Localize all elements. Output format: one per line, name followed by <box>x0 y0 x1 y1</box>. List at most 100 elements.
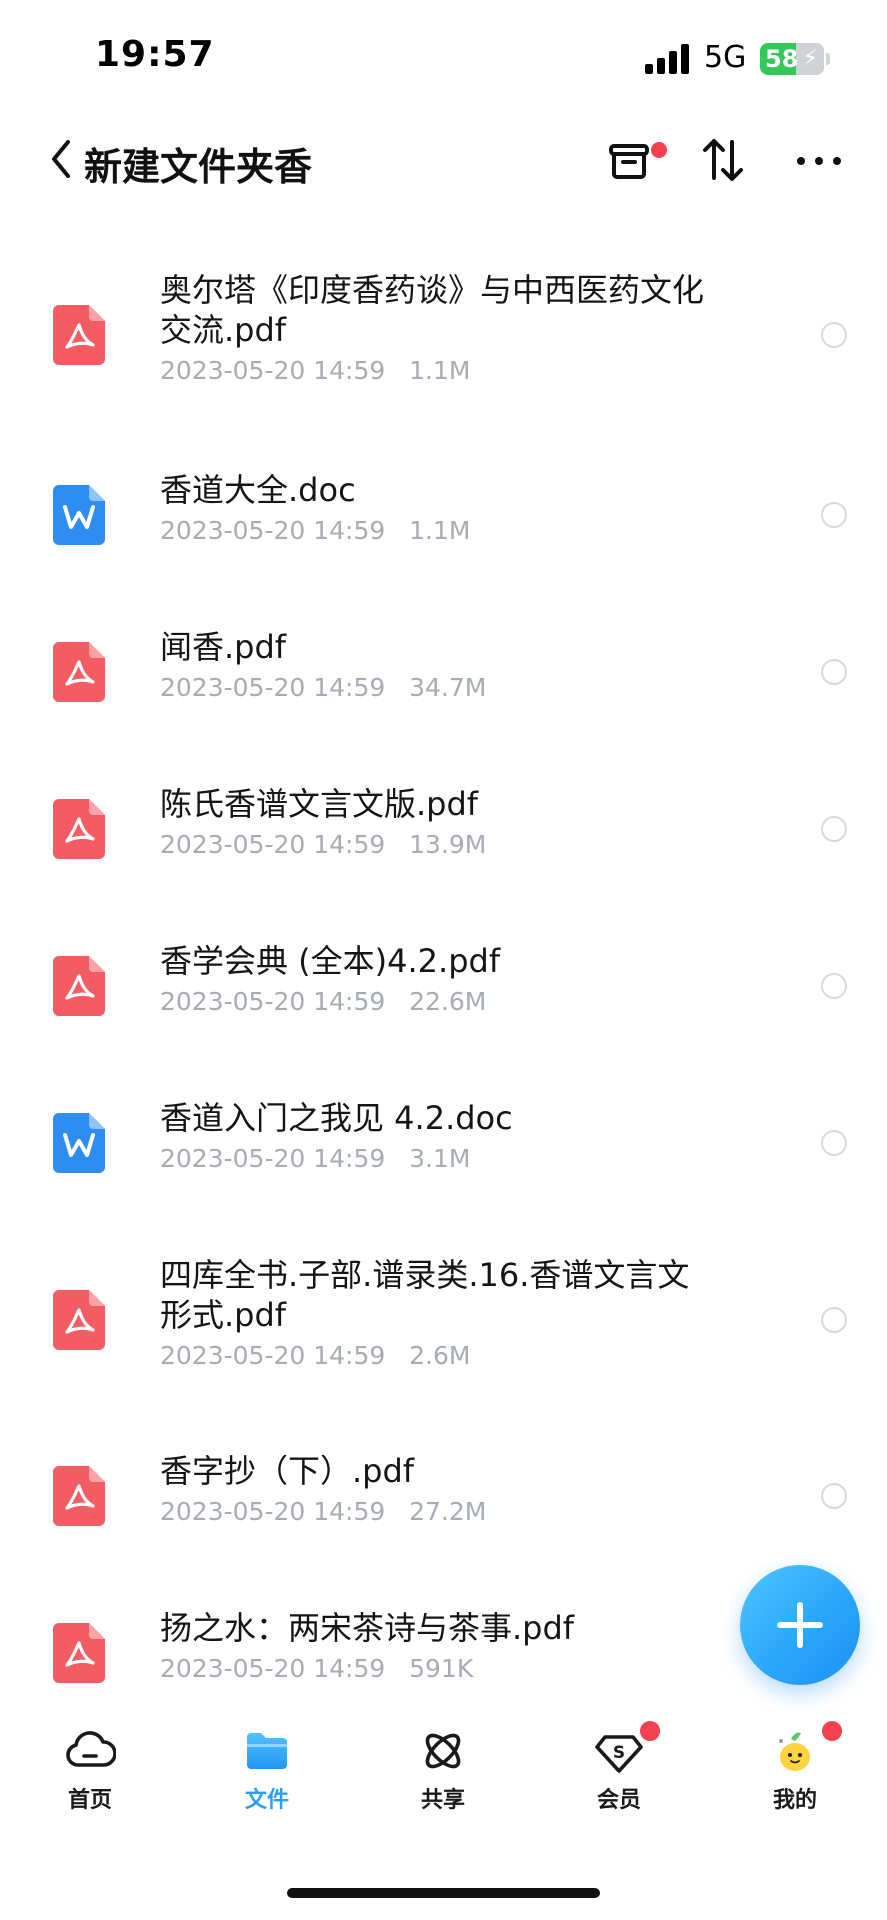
pdf-icon <box>53 1466 105 1526</box>
file-meta: 2023-05-20 14:59 27.2M <box>160 1497 486 1526</box>
file-meta: 2023-05-20 14:59 34.7M <box>160 673 486 702</box>
home-indicator <box>287 1888 600 1898</box>
tab-home[interactable]: 首页 <box>25 1715 155 1835</box>
notification-dot <box>640 1721 660 1741</box>
pdf-icon <box>53 956 105 1016</box>
pdf-icon <box>53 642 105 702</box>
charging-bolt-icon: ⚡ <box>802 46 818 71</box>
file-size: 591K <box>409 1654 474 1683</box>
nav-header: 新建文件夹香 <box>0 110 887 210</box>
notification-dot <box>651 142 667 158</box>
tab-share[interactable]: 共享 <box>378 1715 508 1835</box>
cloud-icon <box>66 1731 116 1767</box>
cellular-signal-icon <box>645 44 689 74</box>
sort-arrows-icon <box>703 139 743 181</box>
file-item[interactable]: 闻香.pdf 2023-05-20 14:59 34.7M <box>0 627 887 737</box>
tab-vip[interactable]: S 会员 <box>554 1715 684 1835</box>
file-size: 1.1M <box>409 356 471 385</box>
back-chevron-icon[interactable] <box>46 134 76 184</box>
sort-button[interactable] <box>694 130 754 190</box>
plus-icon <box>777 1602 823 1648</box>
select-radio[interactable] <box>821 1307 847 1333</box>
archive-box-icon <box>609 144 649 179</box>
avatar-mascot-icon <box>779 1732 810 1771</box>
file-name: 香学会典 (全本)4.2.pdf <box>160 942 501 980</box>
more-button[interactable] <box>789 130 849 190</box>
select-radio[interactable] <box>821 1483 847 1509</box>
select-radio[interactable] <box>821 1130 847 1156</box>
svg-text:S: S <box>613 1743 625 1763</box>
file-meta: 2023-05-20 14:59 1.1M <box>160 516 470 545</box>
word-icon <box>53 1113 105 1173</box>
word-icon <box>53 485 105 545</box>
file-date: 2023-05-20 14:59 <box>160 356 386 385</box>
status-time: 19:57 <box>95 34 215 75</box>
select-radio[interactable] <box>821 816 847 842</box>
tab-label: 共享 <box>420 1788 465 1813</box>
file-item[interactable]: 香道大全.doc 2023-05-20 14:59 1.1M <box>0 470 887 580</box>
tab-label: 文件 <box>244 1788 289 1813</box>
archive-button[interactable] <box>600 130 667 190</box>
file-name: 香道大全.doc <box>160 471 356 509</box>
file-date: 2023-05-20 14:59 <box>160 516 386 545</box>
battery-level: 58 <box>765 45 799 73</box>
file-meta: 2023-05-20 14:59 22.6M <box>160 987 486 1016</box>
file-date: 2023-05-20 14:59 <box>160 1654 386 1683</box>
pdf-icon <box>53 1290 105 1350</box>
share-atom-icon <box>425 1733 461 1769</box>
file-meta: 2023-05-20 14:59 13.9M <box>160 830 486 859</box>
file-name: 香道入门之我见 4.2.doc <box>160 1099 513 1137</box>
tab-files[interactable]: 文件 <box>202 1715 332 1835</box>
file-size: 22.6M <box>409 987 487 1016</box>
file-size: 27.2M <box>409 1497 487 1526</box>
file-name: 闻香.pdf <box>160 628 287 666</box>
file-name: 扬之水：两宋茶诗与茶事.pdf <box>160 1609 575 1647</box>
select-radio[interactable] <box>821 659 847 685</box>
notification-dot <box>822 1721 842 1741</box>
tab-bar: 首页 文件 共享 S 会员 我的 <box>0 1715 887 1835</box>
file-size: 13.9M <box>409 830 487 859</box>
file-date: 2023-05-20 14:59 <box>160 987 386 1016</box>
file-name: 陈氏香谱文言文版.pdf <box>160 785 479 823</box>
pdf-icon <box>53 799 105 859</box>
more-dots-icon <box>797 157 841 165</box>
file-item[interactable]: 奥尔塔《印度香药谈》与中西医药文化交流.pdf 2023-05-20 14:59… <box>0 270 887 420</box>
file-meta: 2023-05-20 14:59 1.1M <box>160 356 470 385</box>
file-size: 1.1M <box>409 516 471 545</box>
file-name: 奥尔塔《印度香药谈》与中西医药文化交流.pdf <box>160 271 705 349</box>
file-item[interactable]: 香学会典 (全本)4.2.pdf 2023-05-20 14:59 22.6M <box>0 941 887 1051</box>
file-size: 34.7M <box>409 673 487 702</box>
network-type: 5G <box>704 40 747 75</box>
file-date: 2023-05-20 14:59 <box>160 1341 386 1370</box>
tab-me[interactable]: 我的 <box>730 1715 860 1835</box>
pdf-icon <box>53 1623 105 1683</box>
status-bar: 19:57 5G 58 ⚡ <box>0 0 887 110</box>
page-title: 新建文件夹香 <box>84 145 313 189</box>
folder-icon <box>247 1733 287 1769</box>
file-date: 2023-05-20 14:59 <box>160 1144 386 1173</box>
file-size: 3.1M <box>409 1144 471 1173</box>
file-date: 2023-05-20 14:59 <box>160 1497 386 1526</box>
tab-label: 首页 <box>67 1788 112 1813</box>
file-name: 香字抄（下）.pdf <box>160 1452 415 1490</box>
file-name: 四库全书.子部.谱录类.16.香谱文言文形式.pdf <box>160 1256 690 1334</box>
tab-label: 会员 <box>596 1788 641 1813</box>
tab-label: 我的 <box>772 1788 817 1813</box>
file-list: 奥尔塔《印度香药谈》与中西医药文化交流.pdf 2023-05-20 14:59… <box>0 210 887 1690</box>
file-item[interactable]: 四库全书.子部.谱录类.16.香谱文言文形式.pdf 2023-05-20 14… <box>0 1255 887 1405</box>
file-meta: 2023-05-20 14:59 3.1M <box>160 1144 470 1173</box>
add-button[interactable] <box>740 1565 860 1685</box>
file-meta: 2023-05-20 14:59 591K <box>160 1654 473 1683</box>
pdf-icon <box>53 305 105 365</box>
battery-icon: 58 ⚡ <box>760 43 824 75</box>
vip-diamond-icon: S <box>595 1735 643 1773</box>
file-size: 2.6M <box>409 1341 471 1370</box>
select-radio[interactable] <box>821 502 847 528</box>
select-radio[interactable] <box>821 973 847 999</box>
select-radio[interactable] <box>821 322 847 348</box>
file-item[interactable]: 香道入门之我见 4.2.doc 2023-05-20 14:59 3.1M <box>0 1098 887 1208</box>
file-item[interactable]: 陈氏香谱文言文版.pdf 2023-05-20 14:59 13.9M <box>0 784 887 894</box>
file-meta: 2023-05-20 14:59 2.6M <box>160 1341 470 1370</box>
file-date: 2023-05-20 14:59 <box>160 830 386 859</box>
file-item[interactable]: 香字抄（下）.pdf 2023-05-20 14:59 27.2M <box>0 1451 887 1561</box>
